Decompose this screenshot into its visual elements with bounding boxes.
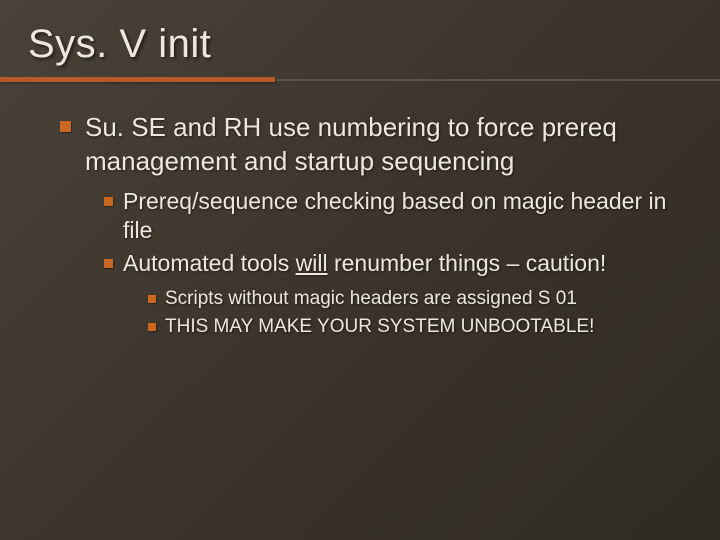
slide-title: Sys. V init <box>28 22 720 67</box>
bullet-text: Scripts without magic headers are assign… <box>165 287 577 312</box>
bullet-text: Automated tools will renumber things – c… <box>123 249 606 278</box>
square-bullet-icon <box>104 259 113 268</box>
text-pre: Automated tools <box>123 250 296 276</box>
bullet-lvl1: Su. SE and RH use numbering to force pre… <box>60 111 680 179</box>
bullet-lvl3: Scripts without magic headers are assign… <box>148 287 680 312</box>
text-post: renumber things – caution! <box>328 250 607 276</box>
square-bullet-icon <box>148 295 156 303</box>
title-rule <box>0 77 720 83</box>
bullet-lvl2: Prereq/sequence checking based on magic … <box>104 187 680 246</box>
bullet-lvl2: Automated tools will renumber things – c… <box>104 249 680 278</box>
bullet-text: Su. SE and RH use numbering to force pre… <box>85 111 680 179</box>
bullet-lvl3-group: Scripts without magic headers are assign… <box>148 287 680 339</box>
bullet-text: Prereq/sequence checking based on magic … <box>123 187 680 246</box>
slide-content: Su. SE and RH use numbering to force pre… <box>0 83 720 339</box>
square-bullet-icon <box>148 323 156 331</box>
bullet-lvl2-group: Prereq/sequence checking based on magic … <box>104 187 680 340</box>
square-bullet-icon <box>104 197 113 206</box>
bullet-lvl3: THIS MAY MAKE YOUR SYSTEM UNBOOTABLE! <box>148 315 680 340</box>
text-underlined: will <box>296 250 328 276</box>
title-region: Sys. V init <box>0 0 720 67</box>
rule-accent <box>0 77 275 82</box>
bullet-text: THIS MAY MAKE YOUR SYSTEM UNBOOTABLE! <box>165 315 594 340</box>
square-bullet-icon <box>60 121 71 132</box>
